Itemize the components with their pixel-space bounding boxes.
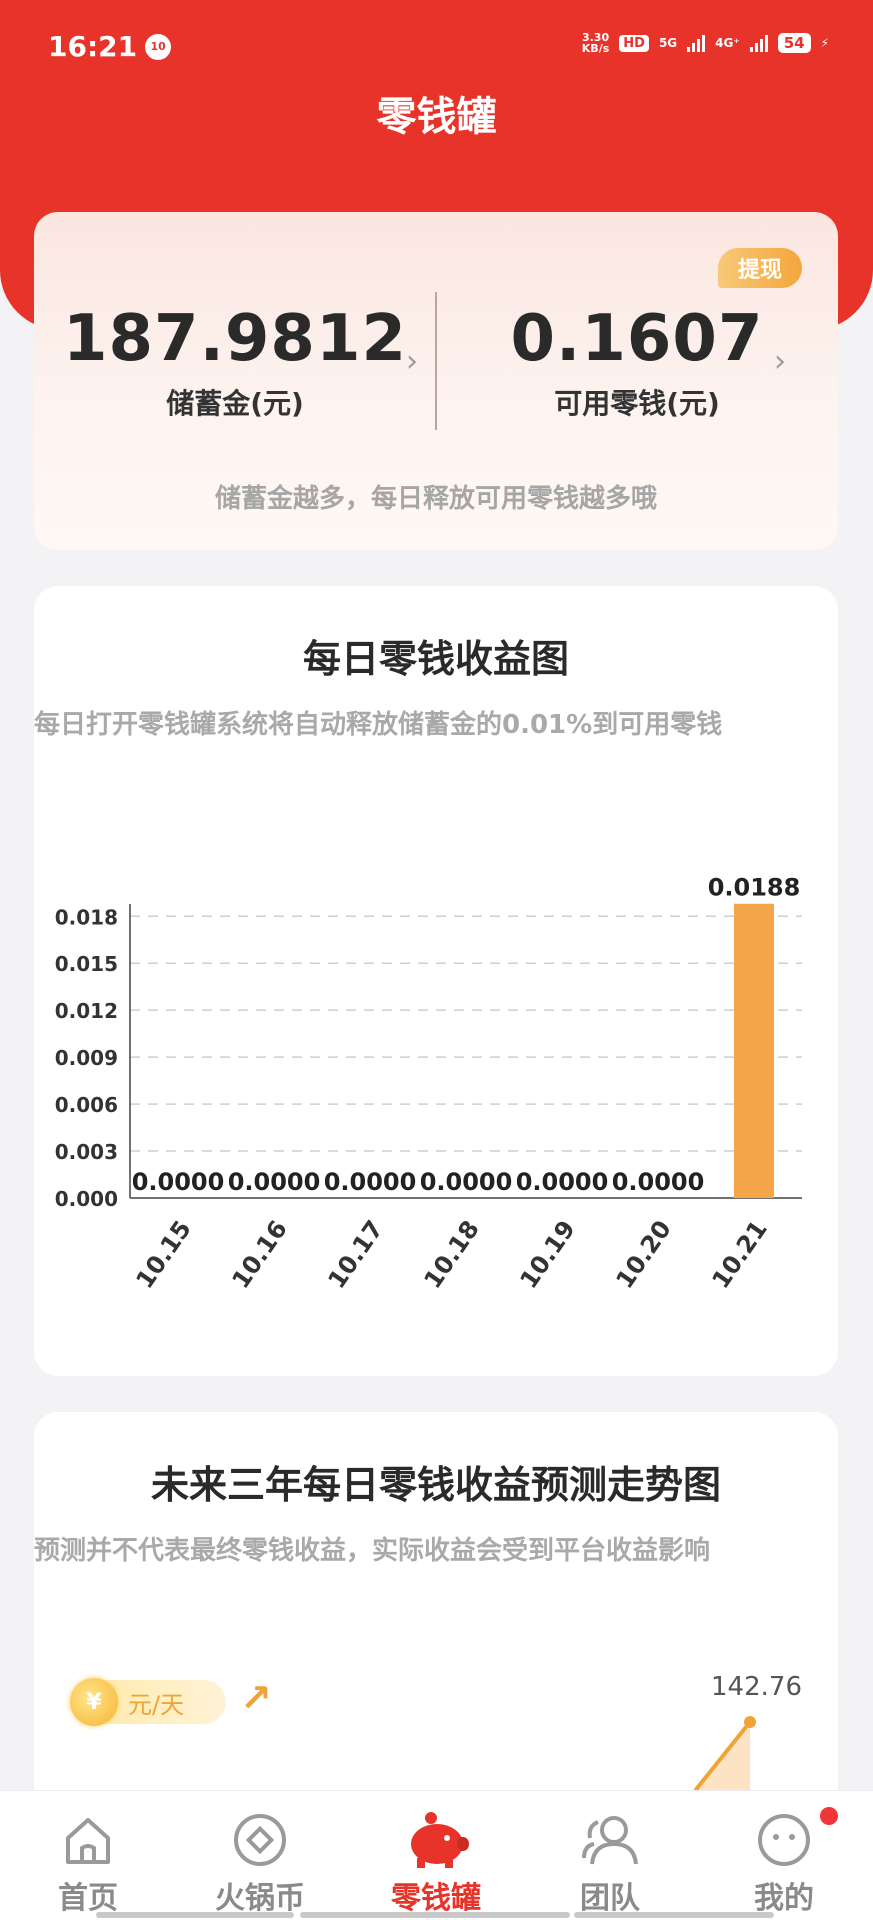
x-tick-label: 10.21	[706, 1215, 772, 1293]
network-type-5g: 5G	[658, 36, 678, 50]
chevron-right-icon: ›	[406, 344, 418, 379]
x-tick-label: 10.16	[226, 1215, 292, 1293]
page-title: 零钱罐	[376, 94, 497, 140]
gesture-bar	[96, 1912, 294, 1918]
x-tick-label: 10.19	[514, 1215, 580, 1293]
daily-earnings-chart: 0.000 0.003 0.006 0.009 0.012 0.015 0.018 0.000…	[55, 874, 802, 1294]
chevron-right-icon: ›	[774, 344, 786, 379]
nav-home[interactable]: 首页	[8, 1809, 168, 1917]
status-time: 16:21 10	[48, 30, 172, 63]
y-tick-label: 0.012	[55, 999, 118, 1023]
gesture-bar-2	[300, 1912, 570, 1918]
charging-icon: ⚡	[820, 36, 829, 50]
unit-label: 元/天	[128, 1690, 185, 1719]
available-balance[interactable]: 0.1607 › 可用零钱(元)	[436, 302, 838, 422]
data-label: 0.0000	[516, 1168, 609, 1196]
signal-icon	[687, 34, 706, 52]
system-icons: 3.30 KB/s HD 5G 4G⁺ 54 ⚡	[582, 32, 829, 54]
data-label: 0.0000	[132, 1168, 225, 1196]
data-label: 0.0000	[420, 1168, 513, 1196]
profile-icon	[704, 1809, 864, 1871]
home-icon	[8, 1809, 168, 1871]
bar	[734, 903, 774, 1198]
x-tick-label: 10.17	[322, 1215, 388, 1293]
withdraw-button[interactable]: 提现	[718, 248, 802, 288]
hd-icon: HD	[619, 34, 649, 52]
network-type-4g: 4G⁺	[715, 36, 740, 50]
forecast-subtitle: 预测并不代表最终零钱收益，实际收益会受到平台收益影响	[34, 1536, 711, 1566]
daily-chart-title: 每日零钱收益图	[302, 637, 569, 681]
network-speed: 3.30 KB/s	[581, 31, 610, 55]
nav-hotpot-coin[interactable]: 火锅币	[180, 1809, 340, 1917]
x-tick-label: 10.20	[610, 1215, 676, 1293]
unit-legend: ¥ 元/天	[70, 1678, 226, 1726]
coin-icon	[180, 1809, 340, 1871]
nav-mine[interactable]: 我的	[704, 1809, 864, 1917]
trend-up-icon: ↗	[240, 1676, 272, 1720]
forecast-trend-line	[694, 1716, 756, 1792]
savings-balance[interactable]: 187.9812 › 储蓄金(元)	[34, 302, 436, 422]
x-tick-label: 10.15	[130, 1215, 196, 1293]
data-label: 0.0188	[708, 874, 801, 902]
y-tick-label: 0.000	[55, 1187, 118, 1211]
forecast-point	[744, 1716, 756, 1728]
gesture-bar-3	[574, 1912, 774, 1918]
savings-label: 储蓄金(元)	[166, 387, 304, 420]
coin-icon: ¥	[70, 1678, 118, 1726]
daily-chart-subtitle: 每日打开零钱罐系统将自动释放储蓄金的0.01%到可用零钱	[34, 710, 723, 740]
data-label: 0.0000	[612, 1168, 705, 1196]
y-tick-label: 0.018	[55, 905, 118, 929]
data-label: 0.0000	[228, 1168, 321, 1196]
y-tick-label: 0.006	[55, 1093, 118, 1117]
signal-icon-2	[749, 34, 768, 52]
status-bar: 16:21 10 3.30 KB/s HD 5G 4G⁺ 54 ⚡	[0, 0, 873, 92]
savings-tip: 储蓄金越多，每日释放可用零钱越多哦	[214, 484, 657, 514]
team-icon	[530, 1809, 690, 1871]
y-tick-label: 0.015	[55, 952, 118, 976]
savings-value: 187.9812	[62, 302, 408, 376]
forecast-max-value: 142.76	[711, 1672, 802, 1702]
y-tick-label: 0.003	[55, 1140, 118, 1164]
x-tick-label: 10.18	[418, 1215, 484, 1293]
daily-earnings-card: 每日零钱收益图 每日打开零钱罐系统将自动释放储蓄金的0.01%到可用零钱 0.0…	[34, 586, 838, 1376]
balance-card: 提现 187.9812 › 储蓄金(元) 0.1607 › 可用零钱(元) 储蓄…	[34, 212, 838, 550]
bottom-nav: 首页 火锅币 零钱罐 团队 我的	[0, 1790, 873, 1920]
nav-piggy-bank[interactable]: 零钱罐	[356, 1809, 516, 1917]
battery-icon: 54	[777, 33, 811, 53]
notification-badge: 10	[145, 33, 172, 60]
forecast-title: 未来三年每日零钱收益预测走势图	[150, 1463, 721, 1507]
nav-team[interactable]: 团队	[530, 1809, 690, 1917]
available-label: 可用零钱(元)	[554, 387, 720, 420]
y-tick-label: 0.009	[55, 1046, 118, 1070]
piggy-bank-icon	[356, 1809, 516, 1871]
notification-dot	[820, 1807, 838, 1825]
data-label: 0.0000	[324, 1168, 417, 1196]
